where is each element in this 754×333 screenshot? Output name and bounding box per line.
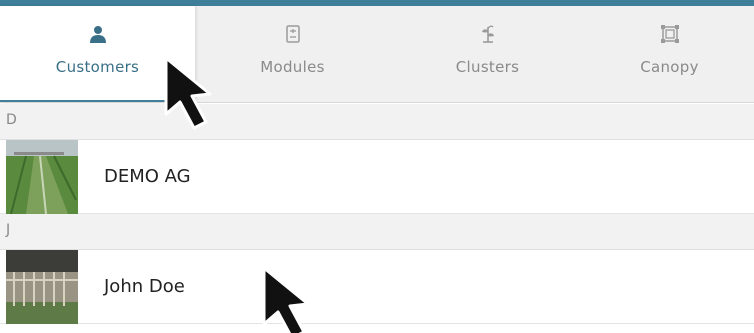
tab-clusters[interactable]: Clusters [390,6,585,103]
tab-clusters-label: Clusters [455,58,520,76]
section-letter: J [6,222,11,238]
person-icon [88,24,108,44]
tab-customers-label: Customers [55,58,140,76]
canopy-frame-icon [660,24,680,44]
tab-modules-label: Modules [260,58,325,76]
tab-canopy[interactable]: Canopy [585,6,754,103]
arrow-cursor-icon [164,56,212,130]
tab-canopy-label: Canopy [640,58,699,76]
customer-name: John Doe [104,276,185,297]
customer-row-john-doe[interactable]: John Doe [0,250,754,324]
section-header-d: D [0,104,754,140]
arrow-cursor-icon [262,266,310,333]
section-letter: D [6,112,17,128]
cluster-plant-icon [478,24,498,44]
customer-row-demo-ag[interactable]: DEMO AG [0,140,754,214]
tab-bar-divider [0,102,754,103]
customer-thumbnail [6,250,78,324]
module-icon [283,24,303,44]
tab-bar: Customers Modules Clusters Canopy [0,6,754,103]
section-header-j: J [0,214,754,250]
customer-thumbnail [6,140,78,214]
customer-name: DEMO AG [104,166,191,187]
